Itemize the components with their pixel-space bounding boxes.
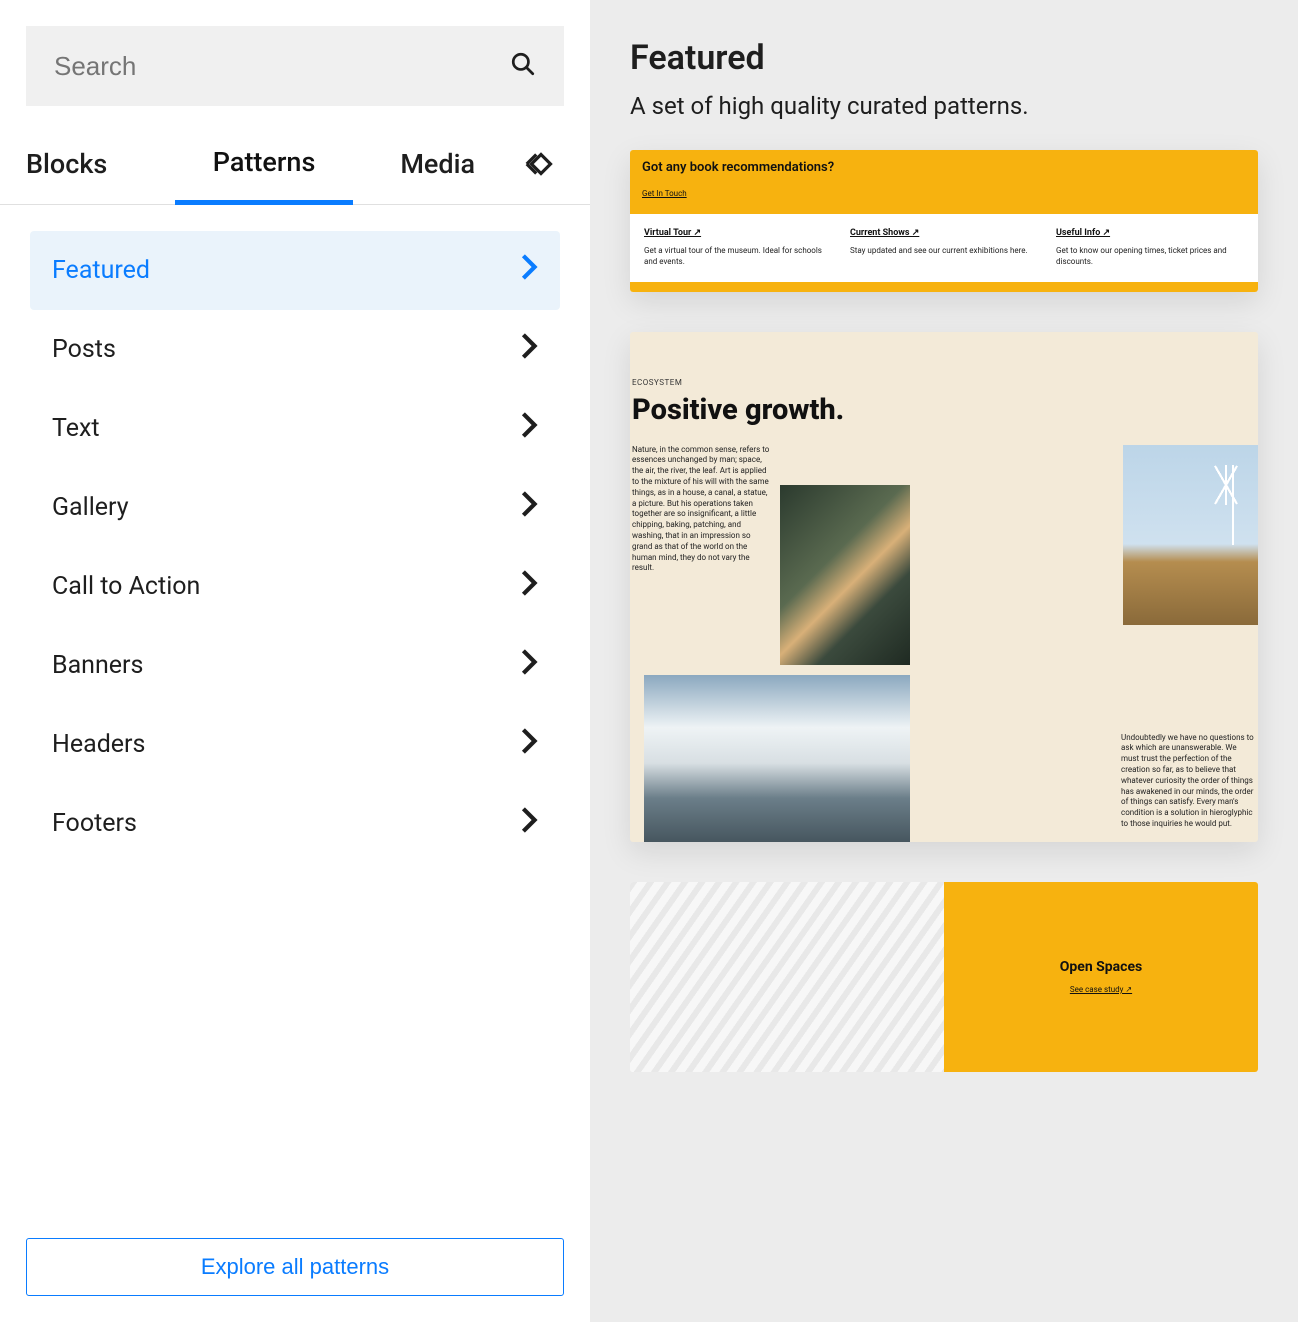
category-banners[interactable]: Banners bbox=[30, 626, 560, 705]
tab-blocks[interactable]: Blocks bbox=[26, 126, 175, 202]
image-windmill bbox=[1123, 445, 1258, 625]
category-gallery[interactable]: Gallery bbox=[30, 468, 560, 547]
pattern-column: Virtual Tour ↗ Get a virtual tour of the… bbox=[644, 228, 832, 268]
heading: Positive growth. bbox=[630, 387, 1258, 445]
case-study-link: See case study ↗ bbox=[1070, 985, 1132, 994]
heading: Open Spaces bbox=[1060, 959, 1142, 975]
chevron-right-icon bbox=[520, 411, 538, 446]
chevron-right-icon bbox=[520, 490, 538, 525]
overline-label: ECOSYSTEM bbox=[630, 332, 1258, 387]
category-label: Gallery bbox=[52, 493, 129, 522]
chevron-right-icon bbox=[520, 727, 538, 762]
category-text[interactable]: Text bbox=[30, 389, 560, 468]
preview-subtitle: A set of high quality curated patterns. bbox=[630, 92, 1258, 120]
column-heading: Current Shows ↗ bbox=[850, 228, 1038, 238]
tab-media[interactable]: Media bbox=[353, 126, 522, 202]
category-posts[interactable]: Posts bbox=[30, 310, 560, 389]
category-label: Headers bbox=[52, 730, 145, 759]
category-label: Footers bbox=[52, 809, 137, 838]
pattern-column: Current Shows ↗ Stay updated and see our… bbox=[850, 228, 1038, 268]
explore-container: Explore all patterns bbox=[0, 1238, 590, 1322]
preview-title: Featured bbox=[630, 38, 1258, 78]
search-icon bbox=[510, 51, 536, 81]
column-text: Stay updated and see our current exhibit… bbox=[850, 246, 1038, 257]
chevron-right-icon bbox=[520, 806, 538, 841]
image-abstract-lines bbox=[630, 882, 944, 1072]
tab-patterns[interactable]: Patterns bbox=[175, 124, 354, 205]
inserter-tabs: Blocks Patterns Media bbox=[0, 124, 590, 205]
chevron-right-icon bbox=[520, 253, 538, 288]
chevron-right-icon bbox=[520, 569, 538, 604]
category-call-to-action[interactable]: Call to Action bbox=[30, 547, 560, 626]
category-footers[interactable]: Footers bbox=[30, 784, 560, 863]
pattern-card-open-spaces[interactable]: Open Spaces See case study ↗ bbox=[630, 882, 1258, 1072]
accent-bar bbox=[630, 282, 1258, 292]
pattern-categories: Featured Posts Text Gallery Call to Acti… bbox=[0, 205, 590, 1238]
chevron-right-icon bbox=[520, 332, 538, 367]
image-coast bbox=[644, 675, 910, 842]
search-box[interactable] bbox=[26, 26, 564, 106]
pattern-card-ecosystem[interactable]: ECOSYSTEM Positive growth. Nature, in th… bbox=[630, 332, 1258, 842]
pattern-columns: Virtual Tour ↗ Get a virtual tour of the… bbox=[630, 214, 1258, 282]
pattern-preview-panel: Featured A set of high quality curated p… bbox=[590, 0, 1298, 1322]
paragraph: Undoubtedly we have no questions to ask … bbox=[1121, 733, 1256, 830]
category-headers[interactable]: Headers bbox=[30, 705, 560, 784]
explore-all-patterns-button[interactable]: Explore all patterns bbox=[26, 1238, 564, 1296]
paragraph: Nature, in the common sense, refers to e… bbox=[632, 445, 772, 575]
column-text: Get a virtual tour of the museum. Ideal … bbox=[644, 246, 832, 268]
pattern-body: Nature, in the common sense, refers to e… bbox=[630, 445, 1258, 842]
pattern-card-cta-columns[interactable]: Got any book recommendations? Get In Tou… bbox=[630, 150, 1258, 292]
category-label: Banners bbox=[52, 651, 143, 680]
detach-toggle-icon[interactable] bbox=[522, 145, 564, 183]
pattern-text-panel: Open Spaces See case study ↗ bbox=[944, 882, 1258, 1072]
chevron-right-icon bbox=[520, 648, 538, 683]
cta-link: Get In Touch bbox=[642, 189, 1246, 198]
category-label: Posts bbox=[52, 335, 116, 364]
column-heading: Useful Info ↗ bbox=[1056, 228, 1244, 238]
column-heading: Virtual Tour ↗ bbox=[644, 228, 832, 238]
search-container bbox=[0, 0, 590, 106]
category-label: Call to Action bbox=[52, 572, 200, 601]
search-input[interactable] bbox=[54, 51, 510, 82]
pattern-column: Useful Info ↗ Get to know our opening ti… bbox=[1056, 228, 1244, 268]
column-text: Get to know our opening times, ticket pr… bbox=[1056, 246, 1244, 268]
pattern-cta-banner: Got any book recommendations? Get In Tou… bbox=[630, 150, 1258, 214]
cta-question: Got any book recommendations? bbox=[642, 160, 1246, 175]
category-featured[interactable]: Featured bbox=[30, 231, 560, 310]
inserter-sidebar: Blocks Patterns Media Featured Posts Tex… bbox=[0, 0, 590, 1322]
image-forest bbox=[780, 485, 910, 665]
category-label: Featured bbox=[52, 256, 150, 285]
category-label: Text bbox=[52, 414, 100, 443]
